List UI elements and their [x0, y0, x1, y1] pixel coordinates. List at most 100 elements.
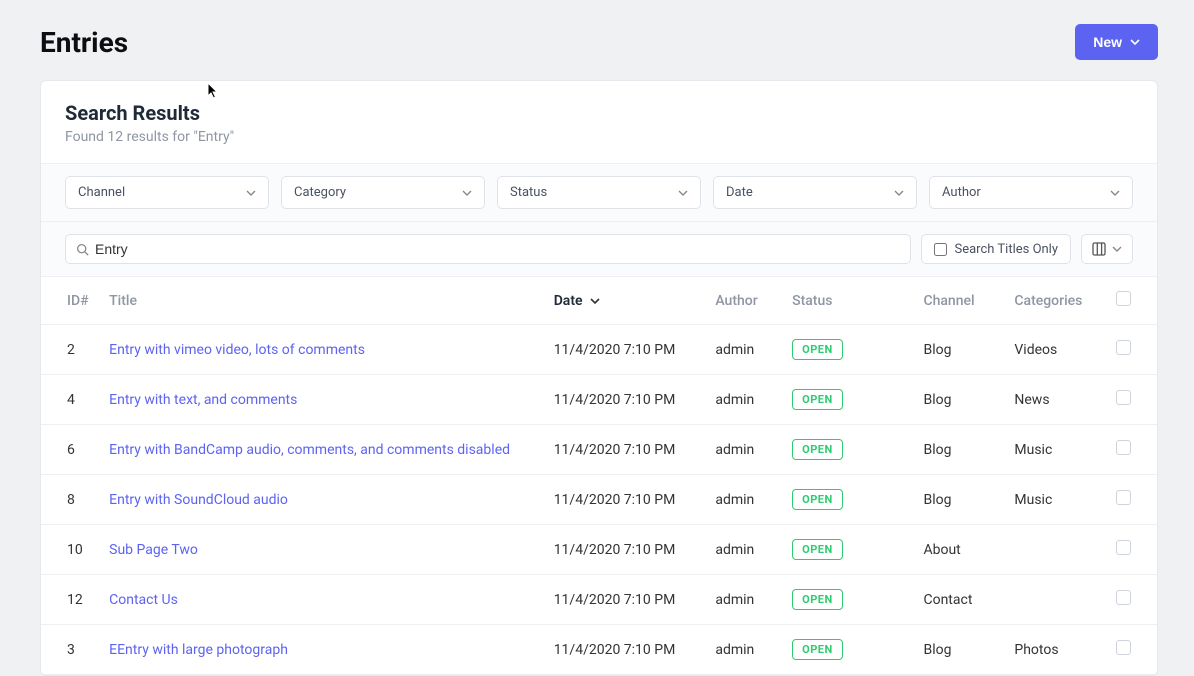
cell-categories: Music: [1004, 475, 1105, 525]
cell-select: [1105, 625, 1157, 675]
chevron-down-icon: [462, 188, 472, 198]
cell-author: admin: [705, 475, 782, 525]
table-row: 4 Entry with text, and comments 11/4/2020 …: [41, 375, 1157, 425]
columns-button[interactable]: [1081, 234, 1133, 264]
status-badge: OPEN: [792, 339, 843, 360]
filter-author-label: Author: [942, 185, 981, 200]
cell-date: 11/4/2020 7:10 PM: [544, 625, 706, 675]
cell-date: 11/4/2020 7:10 PM: [544, 325, 706, 375]
chevron-down-icon: [1112, 244, 1122, 254]
col-author[interactable]: Author: [705, 277, 782, 325]
cell-title: Entry with vimeo video, lots of comments: [99, 325, 544, 375]
cell-select: [1105, 375, 1157, 425]
entry-link[interactable]: Entry with BandCamp audio, comments, and…: [109, 442, 510, 458]
search-titles-only[interactable]: Search Titles Only: [921, 234, 1072, 264]
results-panel: Search Results Found 12 results for "Ent…: [40, 80, 1158, 676]
entry-link[interactable]: Contact Us: [109, 592, 178, 608]
new-button-label: New: [1093, 34, 1122, 50]
cell-author: admin: [705, 375, 782, 425]
entry-link[interactable]: Entry with vimeo video, lots of comments: [109, 342, 365, 358]
page-title: Entries: [40, 26, 128, 59]
cell-title: Entry with text, and comments: [99, 375, 544, 425]
columns-icon: [1092, 242, 1106, 256]
status-badge: OPEN: [792, 589, 843, 610]
entry-link[interactable]: Entry with SoundCloud audio: [109, 492, 288, 508]
filter-status[interactable]: Status: [497, 176, 701, 209]
cell-status: OPEN: [782, 625, 913, 675]
chevron-down-icon: [246, 188, 256, 198]
table-row: 6Entry with BandCamp audio, comments, an…: [41, 425, 1157, 475]
cell-categories: Music: [1004, 425, 1105, 475]
cell-id: 12: [41, 575, 99, 625]
cell-status: OPEN: [782, 575, 913, 625]
cell-channel: Blog: [913, 425, 1004, 475]
entry-link[interactable]: Entry with text, and comments: [109, 392, 297, 408]
search-titles-only-checkbox[interactable]: [934, 243, 947, 256]
cell-categories: News: [1004, 375, 1105, 425]
col-id[interactable]: ID#: [41, 277, 99, 325]
filter-author[interactable]: Author: [929, 176, 1133, 209]
cell-author: admin: [705, 575, 782, 625]
row-checkbox[interactable]: [1116, 540, 1131, 555]
cell-select: [1105, 525, 1157, 575]
cell-status: OPEN: [782, 475, 913, 525]
col-title[interactable]: Title: [99, 277, 544, 325]
new-button[interactable]: New: [1075, 24, 1158, 60]
col-date[interactable]: Date: [544, 277, 706, 325]
entry-link[interactable]: Sub Page Two: [109, 542, 198, 558]
cell-id: 10: [41, 525, 99, 575]
col-categories[interactable]: Categories: [1004, 277, 1105, 325]
cell-channel: Blog: [913, 475, 1004, 525]
entries-table: ID# Title Date Author Status Channel Cat…: [41, 277, 1157, 675]
filter-category[interactable]: Category: [281, 176, 485, 209]
cell-status: OPEN: [782, 525, 913, 575]
cell-id: 8: [41, 475, 99, 525]
filter-channel[interactable]: Channel: [65, 176, 269, 209]
cell-author: admin: [705, 525, 782, 575]
cell-categories: Photos: [1004, 625, 1105, 675]
cell-date: 11/4/2020 7:10 PM: [544, 425, 706, 475]
row-checkbox[interactable]: [1116, 490, 1131, 505]
entry-link[interactable]: EEntry with large photograph: [109, 642, 288, 658]
cell-categories: [1004, 525, 1105, 575]
cell-author: admin: [705, 425, 782, 475]
search-input[interactable]: [95, 241, 900, 257]
status-badge: OPEN: [792, 639, 843, 660]
row-checkbox[interactable]: [1116, 340, 1131, 355]
col-status[interactable]: Status: [782, 277, 913, 325]
filter-date[interactable]: Date: [713, 176, 917, 209]
results-title: Search Results: [65, 101, 1133, 125]
cell-status: OPEN: [782, 425, 913, 475]
filter-date-label: Date: [726, 185, 753, 200]
select-all-checkbox[interactable]: [1116, 291, 1131, 306]
cell-id: 4: [41, 375, 99, 425]
cell-channel: About: [913, 525, 1004, 575]
cell-date: 11/4/2020 7:10 PM: [544, 575, 706, 625]
cell-date: 11/4/2020 7:10 PM: [544, 375, 706, 425]
table-row: 3EEntry with large photograph11/4/2020 7…: [41, 625, 1157, 675]
row-checkbox[interactable]: [1116, 440, 1131, 455]
cell-categories: Videos: [1004, 325, 1105, 375]
search-box[interactable]: [65, 234, 911, 264]
cell-categories: [1004, 575, 1105, 625]
col-channel[interactable]: Channel: [913, 277, 1004, 325]
chevron-down-icon: [1130, 37, 1140, 47]
table-row: 10 Sub Page Two 11/4/2020 7:10 PMadminOPEN…: [41, 525, 1157, 575]
cell-title: EEntry with large photograph: [99, 625, 544, 675]
row-checkbox[interactable]: [1116, 640, 1131, 655]
cell-author: admin: [705, 625, 782, 675]
cell-date: 11/4/2020 7:10 PM: [544, 525, 706, 575]
table-row: 8Entry with SoundCloud audio11/4/2020 7:…: [41, 475, 1157, 525]
cell-channel: Blog: [913, 325, 1004, 375]
status-badge: OPEN: [792, 389, 843, 410]
chevron-down-icon: [678, 188, 688, 198]
chevron-down-icon: [1110, 188, 1120, 198]
row-checkbox[interactable]: [1116, 390, 1131, 405]
cell-status: OPEN: [782, 325, 913, 375]
row-checkbox[interactable]: [1116, 590, 1131, 605]
col-select-all[interactable]: [1105, 277, 1157, 325]
cell-channel: Blog: [913, 375, 1004, 425]
cell-channel: Blog: [913, 625, 1004, 675]
cell-id: 2: [41, 325, 99, 375]
filter-status-label: Status: [510, 185, 547, 200]
